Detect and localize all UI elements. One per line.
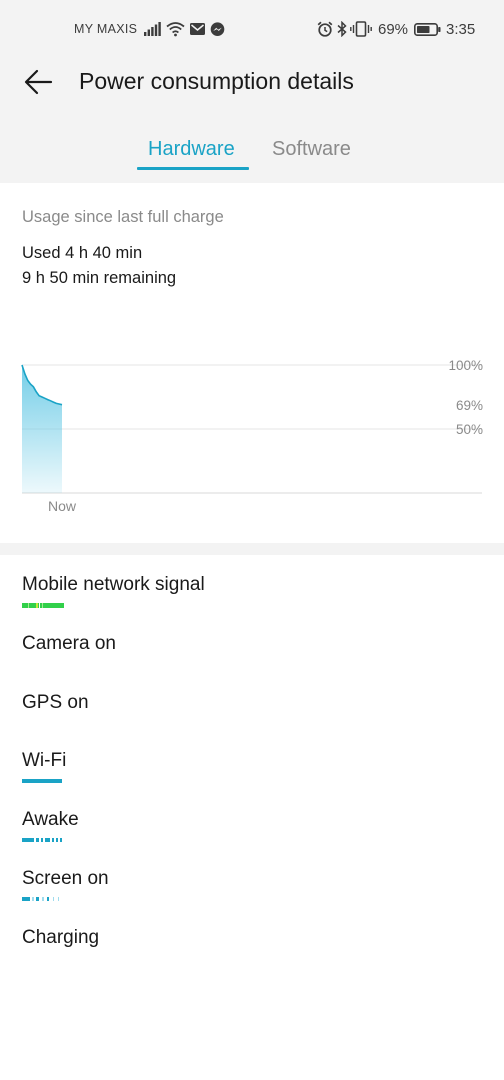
awake-usage-bar <box>22 838 62 842</box>
x-axis-now-label: Now <box>48 498 77 514</box>
battery-icon <box>414 23 441 36</box>
used-time: Used 4 h 40 min <box>22 244 143 262</box>
back-arrow-icon <box>24 69 53 95</box>
hardware-item-mobile-network-signal[interactable]: Mobile network signal <box>22 574 205 596</box>
hardware-item-awake[interactable]: Awake <box>22 809 79 831</box>
messenger-icon <box>210 22 225 36</box>
tab-hardware[interactable]: Hardware <box>148 138 235 161</box>
section-divider <box>0 543 504 555</box>
alarm-icon <box>317 21 333 37</box>
carrier-name: MY MAXIS <box>74 22 138 36</box>
wifi-icon <box>166 22 185 37</box>
wifi-usage-bar <box>22 779 62 783</box>
remaining-time: 9 h 50 min remaining <box>22 269 177 287</box>
battery-percent: 69% <box>378 21 409 38</box>
hardware-item-camera-on[interactable]: Camera on <box>22 633 116 655</box>
hardware-item-wifi[interactable]: Wi-Fi <box>22 750 66 772</box>
bluetooth-icon <box>337 21 347 37</box>
active-tab-indicator <box>137 167 249 170</box>
y-tick-label: 100% <box>448 358 483 373</box>
mobile-signal-bar <box>22 603 64 608</box>
hardware-item-charging[interactable]: Charging <box>22 927 99 949</box>
screen-on-usage-bar <box>22 897 59 901</box>
usage-label: Usage since last full charge <box>22 208 224 226</box>
y-tick-label: 69% <box>456 398 483 413</box>
status-bar: MY MAXIS 69% 3:35 <box>0 0 504 60</box>
hardware-item-gps-on[interactable]: GPS on <box>22 692 89 714</box>
vibrate-icon <box>350 21 372 37</box>
tab-software[interactable]: Software <box>272 138 351 161</box>
clock: 3:35 <box>446 21 476 38</box>
mail-icon <box>190 23 205 35</box>
cellular-signal-icon <box>144 22 161 36</box>
battery-level-chart: 100% 69% 50% Now <box>21 358 483 514</box>
page-title: Power consumption details <box>79 68 354 94</box>
battery-area <box>22 365 62 493</box>
hardware-item-screen-on[interactable]: Screen on <box>22 868 109 890</box>
back-button[interactable] <box>18 62 58 102</box>
y-tick-label: 50% <box>456 422 483 437</box>
